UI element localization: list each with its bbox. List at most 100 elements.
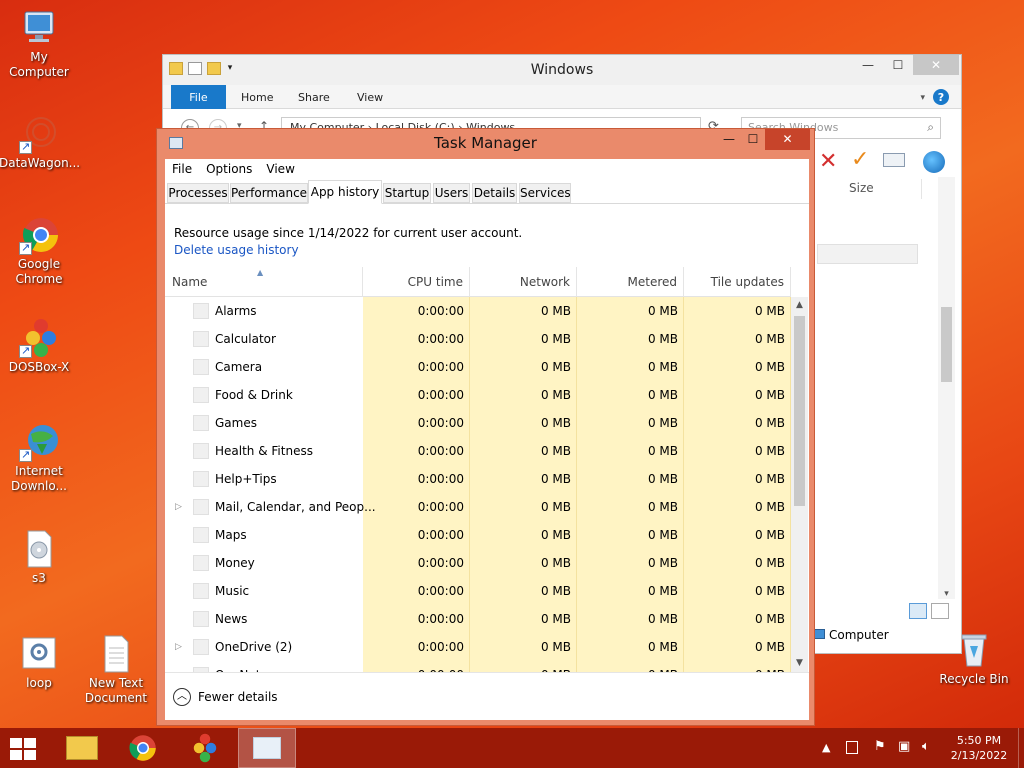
expand-ribbon-icon[interactable]: ▾: [920, 85, 925, 109]
tab-details[interactable]: Details: [472, 183, 517, 203]
cpu-time-value: 0:00:00: [417, 584, 464, 598]
table-row[interactable]: ▷ Mail, Calendar, and Peop... 0:00:00 0 MB 0…: [165, 493, 791, 521]
desktop-icon-label: New Text Document: [84, 676, 148, 705]
chevron-down-icon[interactable]: ▾: [226, 62, 234, 75]
task-manager-window[interactable]: Task Manager — ☐ ✕ File Options View Pro…: [156, 128, 815, 726]
taskbar-dosbox[interactable]: [176, 728, 234, 768]
app-tile-icon: [193, 611, 209, 627]
minimize-button[interactable]: —: [717, 129, 741, 150]
battery-icon[interactable]: [846, 741, 858, 754]
column-header-network[interactable]: Network: [470, 267, 577, 297]
tiles-view-icon[interactable]: [931, 603, 949, 619]
table-row[interactable]: Help+Tips 0:00:00 0 MB 0 MB 0 MB: [165, 465, 791, 493]
help-icon[interactable]: ?: [933, 89, 949, 105]
delete-usage-history-link[interactable]: Delete usage history: [174, 243, 522, 257]
desktop-icon-loop[interactable]: loop: [0, 634, 79, 691]
ribbon-tab-view[interactable]: View: [357, 85, 383, 109]
checkmark-icon[interactable]: ✓: [851, 147, 869, 172]
ribbon-tab-file[interactable]: File: [171, 85, 226, 109]
scroll-down-icon[interactable]: ▾: [938, 589, 955, 599]
tile-updates-value: 0 MB: [754, 332, 785, 346]
app-name: Games: [215, 416, 257, 430]
task-manager-titlebar[interactable]: Task Manager — ☐ ✕: [157, 129, 814, 159]
chevron-up-icon: ︿: [173, 688, 191, 706]
scroll-down-icon[interactable]: ▼: [791, 655, 808, 672]
table-row[interactable]: Music 0:00:00 0 MB 0 MB 0 MB: [165, 577, 791, 605]
desktop-icon-new-text-document[interactable]: New Text Document: [76, 634, 156, 706]
explorer-scrollbar[interactable]: ▾: [938, 177, 955, 599]
app-tile-icon: [193, 415, 209, 431]
scroll-up-icon[interactable]: ▲: [791, 297, 808, 314]
tab-services[interactable]: Services: [519, 183, 571, 203]
expand-arrow-icon[interactable]: ▷: [175, 493, 182, 521]
desktop-icon-s3[interactable]: s3: [0, 529, 79, 586]
desktop-icon-google-chrome[interactable]: Google Chrome: [0, 215, 79, 287]
scroll-thumb[interactable]: [941, 307, 952, 382]
table-row[interactable]: Camera 0:00:00 0 MB 0 MB 0 MB: [165, 353, 791, 381]
table-row[interactable]: Money 0:00:00 0 MB 0 MB 0 MB: [165, 549, 791, 577]
menu-bar: File Options View: [165, 159, 809, 179]
delete-icon[interactable]: ✕: [819, 149, 837, 174]
table-row[interactable]: ▷ OneDrive (2) 0:00:00 0 MB 0 MB 0 MB: [165, 633, 791, 661]
app-name: Food & Drink: [215, 388, 293, 402]
tab-app-history[interactable]: App history: [308, 180, 382, 204]
table-header: ▲ Name CPU time Network Metered network …: [165, 267, 791, 319]
table-row[interactable]: News 0:00:00 0 MB 0 MB 0 MB: [165, 605, 791, 633]
details-view-icon[interactable]: [909, 603, 927, 619]
table-scrollbar[interactable]: ▲ ▼: [791, 297, 808, 672]
table-row[interactable]: Food & Drink 0:00:00 0 MB 0 MB 0 MB: [165, 381, 791, 409]
minimize-button[interactable]: —: [853, 55, 883, 75]
column-header-tile-updates[interactable]: Tile updates: [684, 267, 791, 297]
new-folder-icon[interactable]: [207, 62, 221, 75]
desktop-icon-dosbox[interactable]: DOSBox-X: [0, 318, 79, 375]
expand-arrow-icon[interactable]: ▷: [175, 633, 182, 661]
taskbar-chrome[interactable]: [114, 728, 172, 768]
table-row[interactable]: Health & Fitness 0:00:00 0 MB 0 MB 0 MB: [165, 437, 791, 465]
rename-icon[interactable]: [883, 153, 905, 167]
column-header-cpu-time[interactable]: CPU time: [363, 267, 470, 297]
explorer-titlebar[interactable]: ▾ Windows — ☐ ✕: [163, 55, 961, 85]
action-center-flag-icon[interactable]: ⚑: [874, 739, 886, 768]
table-row[interactable]: Alarms 0:00:00 0 MB 0 MB 0 MB: [165, 297, 791, 325]
table-row[interactable]: Maps 0:00:00 0 MB 0 MB 0 MB: [165, 521, 791, 549]
tab-performance[interactable]: Performance: [230, 183, 308, 203]
tab-startup[interactable]: Startup: [383, 183, 431, 203]
shortcut-arrow-icon: [19, 240, 32, 255]
volume-muted-icon[interactable]: 🔈︎: [922, 739, 930, 768]
scroll-thumb[interactable]: [794, 316, 805, 506]
menu-options[interactable]: Options: [206, 162, 252, 176]
desktop-icon-my-computer[interactable]: My Computer: [0, 8, 79, 80]
ribbon-tab-share[interactable]: Share: [298, 85, 330, 109]
tab-processes[interactable]: Processes: [167, 183, 229, 203]
menu-view[interactable]: View: [266, 162, 294, 176]
desktop-icon-internet-download[interactable]: Internet Downlo...: [0, 422, 79, 494]
column-header-name[interactable]: ▲ Name: [165, 267, 363, 297]
computer-status-label[interactable]: Computer: [829, 628, 889, 642]
show-desktop-button[interactable]: [1018, 728, 1024, 768]
taskbar-file-explorer[interactable]: [54, 728, 112, 768]
column-header-metered-network[interactable]: Metered network: [577, 267, 684, 319]
folder-icon[interactable]: [169, 62, 183, 75]
tab-users[interactable]: Users: [433, 183, 470, 203]
maximize-button[interactable]: ☐: [883, 55, 913, 75]
selected-row[interactable]: [817, 244, 918, 264]
start-button[interactable]: [10, 738, 36, 760]
table-row[interactable]: Calculator 0:00:00 0 MB 0 MB 0 MB: [165, 325, 791, 353]
fewer-details-button[interactable]: ︿ Fewer details: [173, 688, 278, 706]
size-column-header[interactable]: Size: [849, 181, 874, 195]
show-hidden-icons[interactable]: ▲: [822, 741, 830, 768]
shortcut-arrow-icon: [19, 343, 32, 358]
clock[interactable]: 5:50 PM 2/13/2022: [950, 733, 1008, 768]
properties-icon[interactable]: [188, 62, 202, 75]
table-row[interactable]: OneNote 0:00:00 0 MB 0 MB 0 MB: [165, 661, 791, 672]
menu-file[interactable]: File: [172, 162, 192, 176]
ribbon-tab-home[interactable]: Home: [241, 85, 273, 109]
network-icon[interactable]: ▣: [898, 739, 910, 768]
desktop-icon-datawagon[interactable]: DataWagon...: [0, 114, 80, 171]
table-row[interactable]: Games 0:00:00 0 MB 0 MB 0 MB: [165, 409, 791, 437]
globe-icon[interactable]: [923, 151, 945, 173]
maximize-button[interactable]: ☐: [741, 129, 765, 150]
close-button[interactable]: ✕: [765, 129, 810, 150]
taskbar-task-manager[interactable]: [238, 728, 296, 768]
close-button[interactable]: ✕: [913, 55, 959, 75]
